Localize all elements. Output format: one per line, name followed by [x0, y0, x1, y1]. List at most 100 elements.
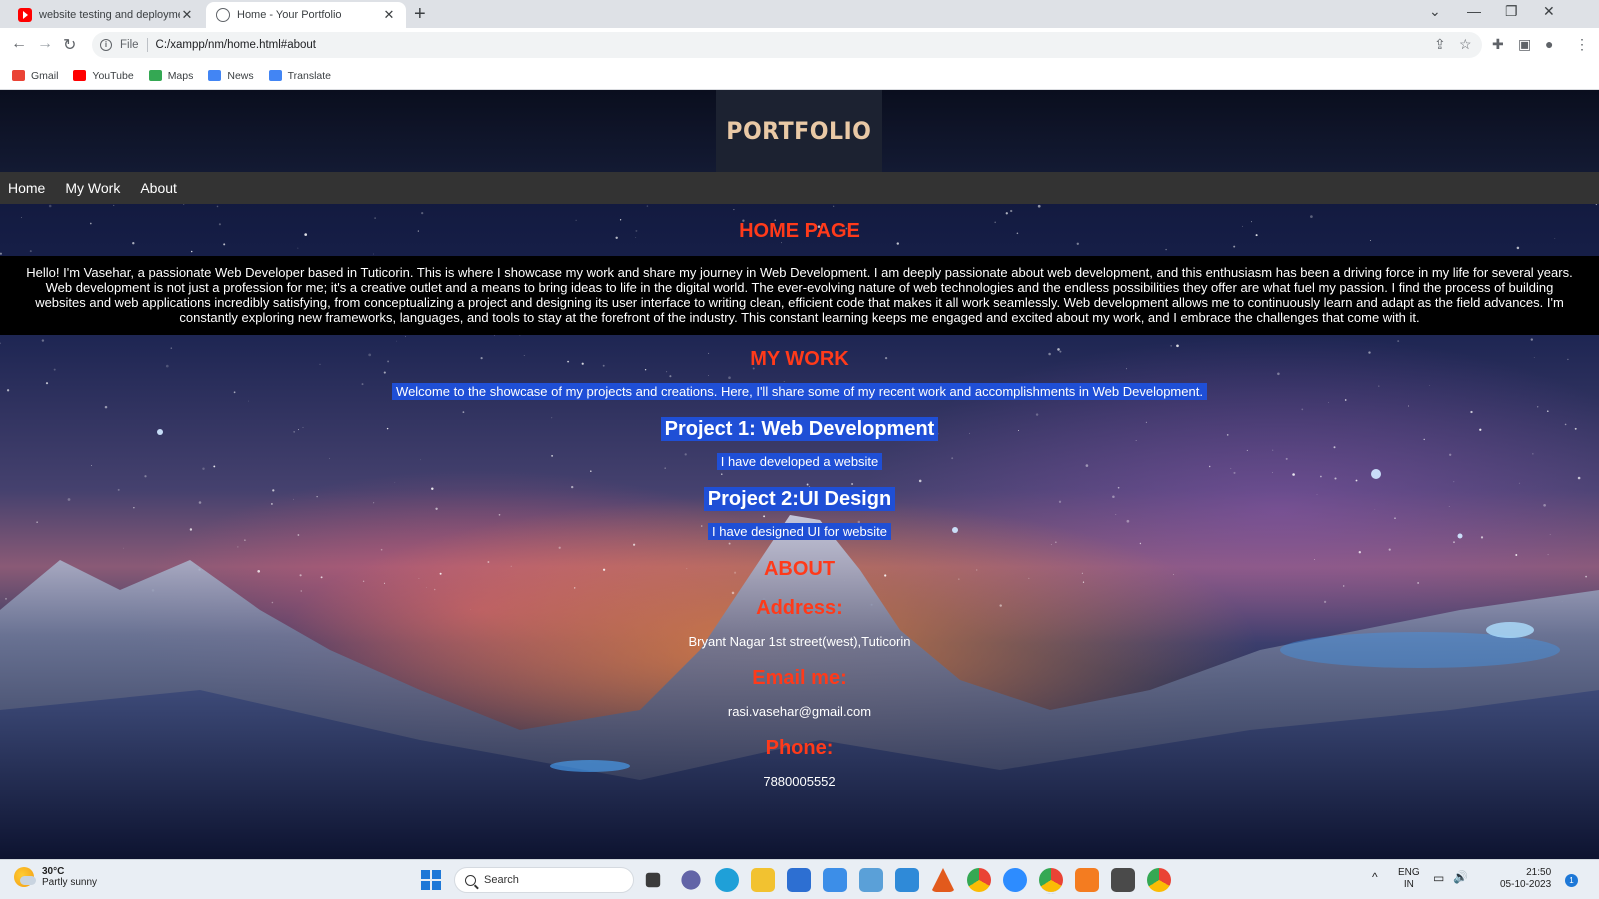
zoom-icon[interactable] — [1003, 868, 1027, 892]
email-heading: Email me: — [752, 667, 847, 689]
restore-icon[interactable]: ❐ — [1505, 3, 1518, 20]
weather-temp: 30°C — [42, 866, 65, 877]
clock-date: 05-10-2023 — [1500, 879, 1552, 890]
mail-icon[interactable] — [823, 868, 847, 892]
site-navbar: Home My Work About — [0, 172, 1599, 204]
chrome-icon[interactable] — [967, 868, 991, 892]
close-tab-icon[interactable]: ✕ — [382, 7, 396, 23]
bookmark-maps[interactable]: Maps — [148, 70, 193, 82]
tab-search-icon[interactable]: ⌄ — [1429, 3, 1441, 20]
extensions-icon[interactable]: ✚ — [1492, 36, 1504, 53]
chrome-active-icon[interactable] — [1039, 868, 1063, 892]
forward-icon[interactable]: → — [37, 35, 53, 53]
chrome-profile-icon[interactable] — [1147, 868, 1171, 892]
home-paragraph: Hello! I'm Vasehar, a passionate Web Dev… — [26, 265, 1573, 325]
about-heading: ABOUT — [763, 558, 836, 580]
logo: PORTFOLIO — [716, 90, 882, 172]
address-bar[interactable]: i File C:/xampp/nm/home.html#about — [92, 32, 1482, 58]
tab-portfolio[interactable]: Home - Your Portfolio ✕ — [206, 2, 406, 28]
bookmark-translate[interactable]: Translate — [268, 69, 332, 82]
bookmarks-bar: Gmail YouTube Maps News Translate — [0, 62, 1599, 90]
volume-icon[interactable]: 🔊 — [1453, 871, 1468, 883]
url-text[interactable]: C:/xampp/nm/home.html#about — [156, 39, 316, 51]
bookmark-youtube[interactable]: YouTube — [73, 69, 134, 82]
bookmark-gmail[interactable]: Gmail — [12, 70, 58, 82]
home-heading: HOME PAGE — [739, 220, 860, 242]
menu-icon[interactable]: ⋮ — [1575, 36, 1589, 53]
tab-title: website testing and deployment — [39, 9, 180, 21]
site-header: PORTFOLIO — [0, 90, 1599, 172]
show-hidden-icons-icon[interactable]: ^ — [1372, 871, 1378, 883]
share-icon[interactable]: ⇪ — [1434, 36, 1446, 53]
lang-line2: IN — [1403, 879, 1414, 890]
bookmark-star-icon[interactable]: ☆ — [1459, 36, 1472, 53]
sublime-text-icon[interactable] — [1111, 868, 1135, 892]
tab-youtube[interactable]: website testing and deployment ✕ — [8, 2, 204, 28]
bookmark-label: Gmail — [31, 69, 59, 82]
selected-text: Welcome to the showcase of my projects a… — [392, 383, 1207, 400]
search-icon — [465, 874, 476, 886]
teams-chat-icon[interactable] — [681, 870, 701, 890]
notification-badge[interactable]: 1 — [1565, 874, 1578, 887]
python-icon[interactable] — [859, 868, 883, 892]
taskbar-search[interactable]: Search — [454, 867, 634, 893]
profile-icon[interactable]: ● — [1545, 36, 1553, 52]
edge-icon[interactable] — [715, 868, 739, 892]
url-scheme: File — [120, 39, 139, 51]
new-tab-button[interactable]: + — [414, 3, 426, 26]
my-work-intro: Welcome to the showcase of my projects a… — [0, 383, 1599, 400]
start-button[interactable] — [421, 870, 441, 890]
tab-strip: website testing and deployment ✕ Home - … — [0, 0, 1599, 28]
close-window-icon[interactable]: ✕ — [1543, 3, 1555, 20]
nav-home-link[interactable]: Home — [0, 180, 55, 196]
maps-icon — [148, 70, 162, 81]
project-1-description: I have developed a website — [0, 453, 1599, 470]
side-panel-icon[interactable]: ▣ — [1518, 36, 1531, 53]
globe-icon — [216, 8, 230, 22]
bookmark-label: YouTube — [92, 69, 134, 82]
page-content: HOME PAGE Hello! I'm Vasehar, a passiona… — [0, 204, 1599, 789]
task-view-icon[interactable] — [645, 872, 661, 888]
language-indicator[interactable]: ENG IN — [1398, 867, 1420, 891]
bookmark-label: News — [227, 69, 254, 82]
address-text: Bryant Nagar 1st street(west),Tuticorin — [688, 634, 911, 649]
file-explorer-icon[interactable] — [751, 868, 775, 892]
store-icon[interactable] — [787, 868, 811, 892]
weather-widget[interactable]: 30°C Partly sunny — [14, 866, 97, 888]
selected-text: Project 1: Web Development — [660, 417, 939, 441]
youtube-icon — [18, 8, 32, 22]
info-icon[interactable]: i — [100, 39, 112, 51]
project-1-heading: Project 1: Web Development — [0, 417, 1599, 441]
bookmark-news[interactable]: News — [208, 69, 254, 82]
clock-time: 21:50 — [1526, 867, 1552, 878]
nav-about-link[interactable]: About — [132, 180, 187, 196]
translate-icon — [268, 70, 282, 81]
selected-text: Project 2:UI Design — [703, 487, 896, 511]
matlab-icon[interactable] — [931, 868, 955, 892]
selected-text: I have designed UI for website — [708, 523, 891, 540]
phone-heading: Phone: — [765, 737, 834, 759]
news-icon — [208, 70, 222, 81]
my-work-heading: MY WORK — [750, 348, 849, 370]
close-tab-icon[interactable]: ✕ — [180, 7, 194, 23]
reload-icon[interactable]: ↻ — [63, 35, 76, 55]
gmail-icon — [12, 70, 25, 81]
email-text: rasi.vasehar@gmail.com — [727, 704, 872, 719]
back-icon[interactable]: ← — [11, 35, 27, 53]
browser-toolbar: ← → ↻ i File C:/xampp/nm/home.html#about… — [0, 28, 1599, 62]
project-2-description: I have designed UI for website — [0, 523, 1599, 540]
lang-line1: ENG — [1398, 867, 1420, 878]
taskbar: 30°C Partly sunny Search ^ ENG IN ▭ 🔊 21… — [0, 859, 1599, 899]
xampp-icon[interactable] — [1075, 868, 1099, 892]
nav-my-work-link[interactable]: My Work — [57, 180, 130, 196]
desktop-icon[interactable] — [895, 868, 919, 892]
clock[interactable]: 21:50 05-10-2023 — [1500, 867, 1551, 891]
partly-sunny-icon — [14, 867, 36, 887]
search-placeholder: Search — [484, 874, 519, 886]
tab-title: Home - Your Portfolio — [237, 9, 342, 21]
project-2-heading: Project 2:UI Design — [0, 487, 1599, 511]
minimize-icon[interactable]: — — [1467, 3, 1481, 19]
page-viewport: PORTFOLIO Home My Work About HOME PAGE H… — [0, 90, 1599, 859]
network-icon[interactable]: ▭ — [1433, 872, 1444, 884]
bookmark-label: Translate — [287, 69, 332, 82]
